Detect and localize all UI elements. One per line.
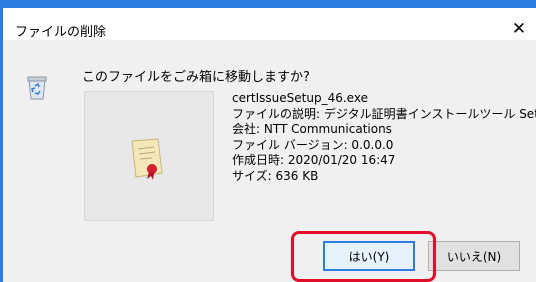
title-bar: ファイルの削除 ✕ [3,0,536,40]
close-icon[interactable]: ✕ [510,19,528,39]
file-details: certIssueSetup_46.exe ファイルの説明: デジタル証明書イン… [232,91,536,184]
dialog-title: ファイルの削除 [15,25,107,40]
certificate-icon [131,138,163,180]
recycle-bin-icon [27,76,47,100]
dialog-content: このファイルをごみ箱に移動しますか? certIssueSetup_46.exe… [3,40,536,282]
confirm-question: このファイルをごみ箱に移動しますか? [82,70,310,85]
file-description: ファイルの説明: デジタル証明書インストールツール Setup [232,106,536,121]
yes-button[interactable]: はい(Y) [323,241,415,271]
file-preview [84,91,214,221]
file-size: サイズ: 636 KB [232,168,319,183]
file-version: ファイル バージョン: 0.0.0.0 [232,137,394,152]
no-button[interactable]: いいえ(N) [428,241,520,271]
file-company: 会社: NTT Communications [232,122,392,136]
delete-file-dialog: ファイルの削除 ✕ このファイルをごみ箱に移動しますか? certIssueSe… [0,0,536,282]
file-name: certIssueSetup_46.exe [232,91,368,105]
file-created: 作成日時: 2020/01/20 16:47 [232,153,396,167]
